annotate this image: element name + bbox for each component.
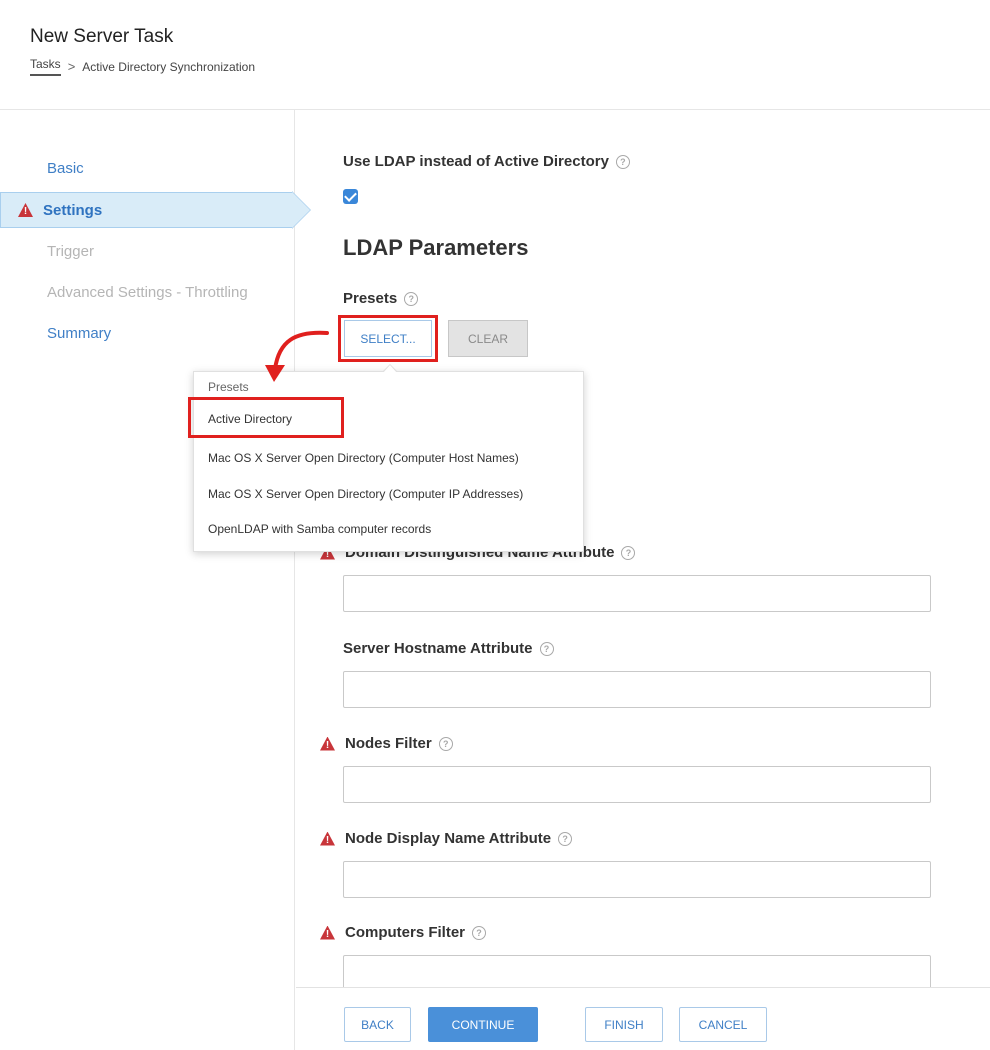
preset-option-macos-ip-addresses[interactable]: Mac OS X Server Open Directory (Computer… <box>208 487 523 501</box>
sidebar-item-summary[interactable]: Summary <box>0 315 295 351</box>
breadcrumb-tasks-link[interactable]: Tasks <box>30 57 61 76</box>
node-display-name-attribute-label: Node Display Name Attribute ? <box>320 830 573 847</box>
help-circle-icon[interactable]: ? <box>404 291 419 306</box>
chevron-right-icon: > <box>67 59 76 74</box>
continue-button[interactable]: CONTINUE <box>428 1007 538 1042</box>
sidebar-item-trigger: Trigger <box>0 233 295 269</box>
presets-label: Presets ? <box>343 290 419 307</box>
preset-option-macos-host-names[interactable]: Mac OS X Server Open Directory (Computer… <box>208 451 519 465</box>
presets-label-text: Presets <box>343 290 398 307</box>
use-ldap-label-text: Use LDAP instead of Active Directory <box>343 153 609 170</box>
annotation-arrow-icon <box>265 330 329 382</box>
server-hostname-attribute-input[interactable] <box>343 671 931 708</box>
page-title: New Server Task <box>30 26 174 47</box>
use-ldap-checkbox[interactable] <box>343 189 358 204</box>
annotation-highlight-active-directory <box>188 397 344 438</box>
cancel-button[interactable]: CANCEL <box>679 1007 767 1042</box>
finish-button[interactable]: FINISH <box>585 1007 663 1042</box>
sidebar-item-label: Settings <box>43 201 103 219</box>
sidebar-item-basic[interactable]: Basic <box>0 150 295 186</box>
computers-filter-label: Computers Filter ? <box>320 924 487 941</box>
field-label-text: Computers Filter <box>345 924 466 941</box>
breadcrumb: Tasks > Active Directory Synchronization <box>30 57 255 76</box>
server-hostname-attribute-label: Server Hostname Attribute ? <box>343 640 554 657</box>
wizard-sidebar: Basic Settings Trigger Advanced Settings… <box>0 110 311 1050</box>
node-display-name-attribute-input[interactable] <box>343 861 931 898</box>
field-label-text: Node Display Name Attribute <box>345 830 552 847</box>
back-button[interactable]: BACK <box>344 1007 411 1042</box>
nodes-filter-input[interactable] <box>343 766 931 803</box>
dropdown-header: Presets <box>208 380 249 394</box>
help-circle-icon[interactable]: ? <box>438 736 453 751</box>
help-circle-icon[interactable]: ? <box>615 154 630 169</box>
help-circle-icon[interactable]: ? <box>472 925 487 940</box>
breadcrumb-current: Active Directory Synchronization <box>82 59 256 74</box>
field-label-text: Nodes Filter <box>345 735 432 752</box>
dropdown-caret <box>382 364 398 372</box>
nodes-filter-label: Nodes Filter ? <box>320 735 453 752</box>
warning-triangle-icon <box>320 832 335 846</box>
active-step-arrow <box>292 192 310 228</box>
annotation-highlight-select-button <box>338 315 438 362</box>
sidebar-item-advanced-settings-throttling: Advanced Settings - Throttling <box>0 274 295 310</box>
warning-triangle-icon <box>320 737 335 751</box>
sidebar-item-label: Basic <box>47 159 84 177</box>
help-circle-icon[interactable]: ? <box>621 545 636 560</box>
preset-option-openldap-samba[interactable]: OpenLDAP with Samba computer records <box>208 522 431 536</box>
use-ldap-label: Use LDAP instead of Active Directory ? <box>343 153 630 170</box>
section-heading-ldap-parameters: LDAP Parameters <box>343 235 529 260</box>
sidebar-item-label: Summary <box>47 324 112 342</box>
domain-dn-attribute-input[interactable] <box>343 575 931 612</box>
clear-preset-button: CLEAR <box>448 320 528 357</box>
warning-triangle-icon <box>320 926 335 940</box>
sidebar-item-settings[interactable]: Settings <box>0 191 311 229</box>
warning-triangle-icon <box>18 203 33 217</box>
wizard-footer: BACK CONTINUE FINISH CANCEL <box>296 987 990 1050</box>
help-circle-icon[interactable]: ? <box>558 831 573 846</box>
field-label-text: Server Hostname Attribute <box>343 640 533 657</box>
sidebar-item-label: Advanced Settings - Throttling <box>47 283 248 301</box>
sidebar-item-label: Trigger <box>47 242 94 260</box>
help-circle-icon[interactable]: ? <box>539 641 554 656</box>
